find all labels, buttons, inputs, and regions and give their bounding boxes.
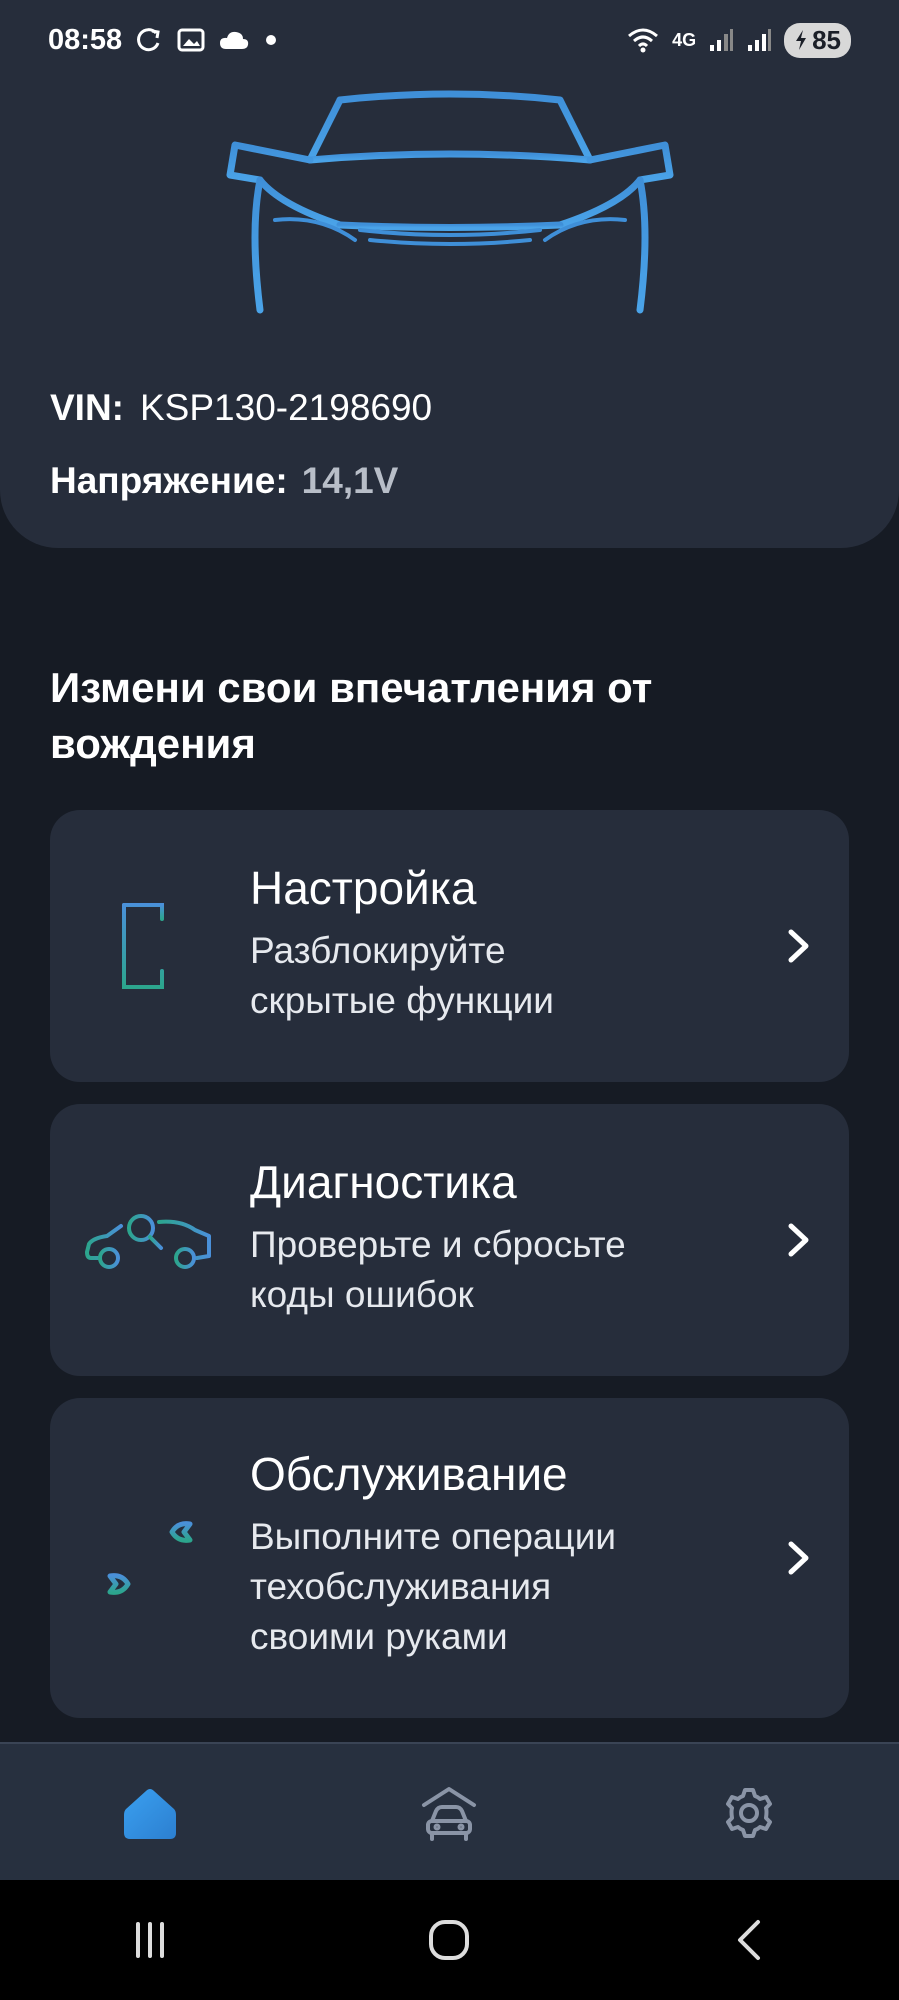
signal-icon [746, 27, 772, 53]
voltage-row: Напряжение: 14,1V [50, 460, 398, 502]
chevron-right-icon [788, 1541, 809, 1575]
home-circle-icon [429, 1920, 470, 1960]
recent-apps-icon [135, 1922, 164, 1958]
status-bar: 08:58 4G 85 [0, 0, 899, 80]
clock: 08:58 [48, 23, 123, 56]
network-type: 4G [672, 29, 697, 50]
sync-icon [134, 25, 164, 55]
signal-icon [708, 27, 734, 53]
nav-home[interactable] [90, 1763, 210, 1863]
battery-level: 85 [812, 24, 841, 55]
car-garage-icon [422, 1787, 477, 1841]
settings-document-icon [122, 903, 178, 989]
nav-garage[interactable] [389, 1763, 509, 1863]
section-title: Измени свои впечатления от вождения [50, 664, 653, 767]
wifi-icon [626, 26, 660, 54]
nav-settings[interactable] [689, 1763, 809, 1863]
vin-row: VIN: KSP130-2198690 [50, 387, 432, 429]
back-chevron-icon [738, 1920, 761, 1960]
feature-card-diagnostics[interactable]: Диагностика Проверьте и сбросьте коды ош… [50, 1104, 849, 1376]
back-button[interactable] [689, 1890, 809, 1990]
bottom-navigation [0, 1742, 899, 1882]
home-button[interactable] [389, 1890, 509, 1990]
feature-subtitle: Разблокируйте скрытые функции [250, 930, 554, 1021]
gallery-icon [176, 26, 206, 54]
feature-title: Обслуживание [250, 1448, 568, 1500]
battery-indicator: 85 [784, 22, 851, 58]
battery-charging-icon [796, 30, 807, 50]
dot-icon [262, 31, 280, 49]
feature-card-customization[interactable]: Настройка Разблокируйте скрытые функции [50, 810, 849, 1082]
system-navigation-bar [0, 1880, 899, 2000]
vehicle-header-card: VIN: KSP130-2198690 Напряжение: 14,1V [0, 0, 899, 548]
voltage-value: 14,1V [301, 460, 399, 501]
car-search-icon [85, 1214, 211, 1269]
chevron-right-icon [788, 1223, 809, 1257]
feature-subtitle: Выполните операции техобслуживания своим… [250, 1516, 617, 1657]
feature-title: Диагностика [250, 1156, 517, 1208]
feature-title: Настройка [250, 862, 477, 914]
car-front-outline-icon [226, 90, 674, 314]
chevron-right-icon [788, 929, 809, 963]
vin-label: VIN: [50, 387, 124, 428]
home-icon [123, 1789, 176, 1839]
feature-card-maintenance[interactable]: Обслуживание Выполните операции техобслу… [50, 1398, 849, 1718]
vin-value: KSP130-2198690 [140, 387, 433, 428]
gear-icon [726, 1788, 773, 1838]
voltage-label: Напряжение: [50, 460, 288, 501]
cloud-icon [218, 29, 250, 51]
wrench-tools-icon [101, 1521, 199, 1595]
feature-subtitle: Проверьте и сбросьте коды ошибок [250, 1224, 626, 1315]
recent-apps-button[interactable] [90, 1890, 210, 1990]
